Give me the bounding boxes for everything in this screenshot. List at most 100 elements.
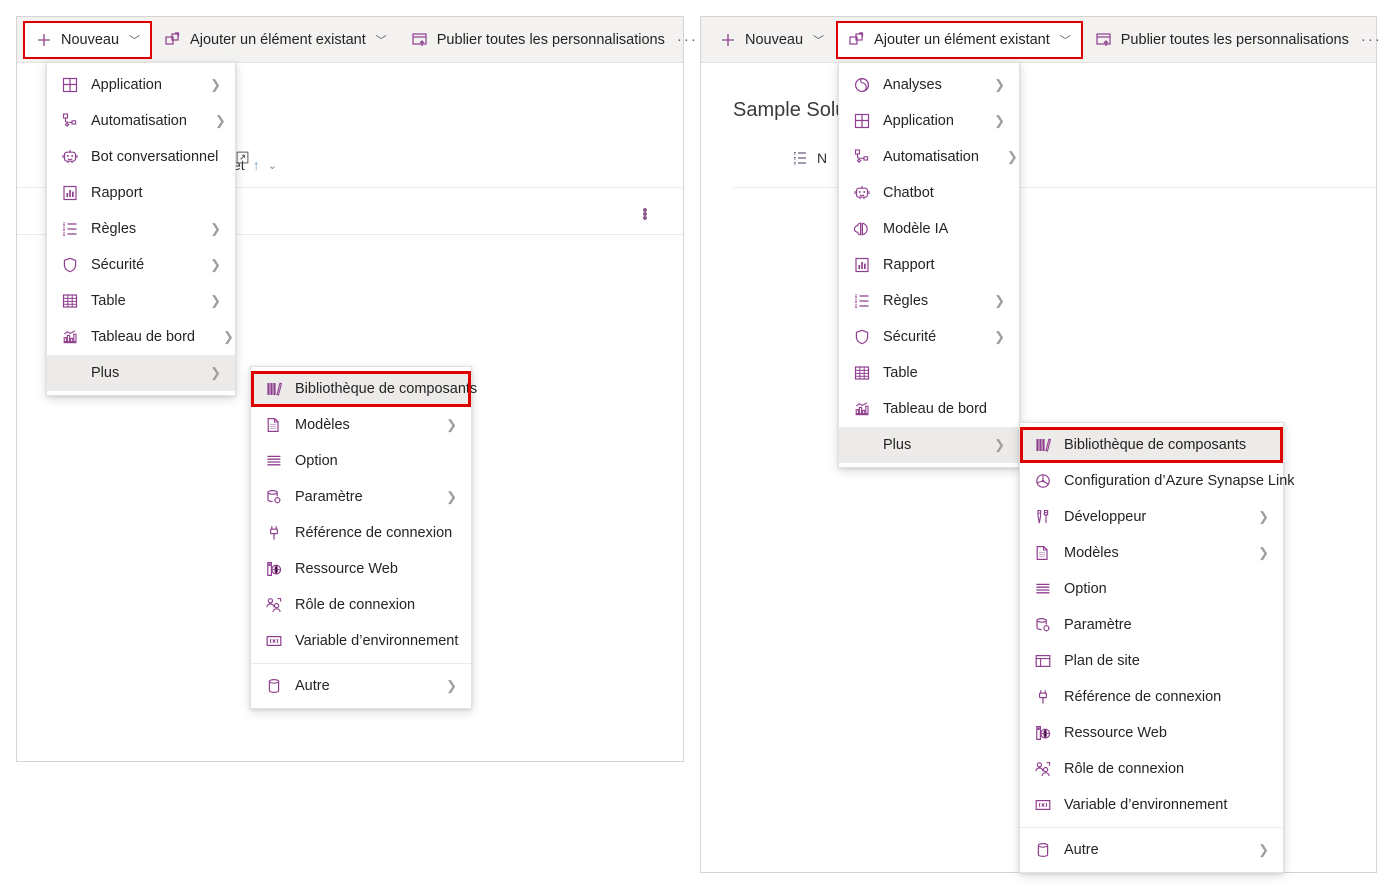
add-existing-menu-item-securite[interactable]: Sécurité ❯ bbox=[839, 319, 1019, 355]
external-link-icon bbox=[236, 151, 249, 164]
menu-item-label: Application bbox=[91, 77, 162, 93]
more-menu-left-item-reference-de-connexion[interactable]: Référence de connexion bbox=[251, 515, 471, 551]
new-menu-item-tableau-de-bord[interactable]: Tableau de bord ❯ bbox=[47, 319, 235, 355]
chevron-down-icon: ﹀ bbox=[375, 34, 387, 47]
publish-all-label: Publier toutes les personnalisations bbox=[436, 31, 665, 48]
new-button-label: Nouveau bbox=[61, 31, 120, 48]
chevron-right-icon: ❯ bbox=[994, 329, 1005, 344]
menu-item-label: Règles bbox=[883, 293, 929, 309]
chevron-right-icon: ❯ bbox=[1006, 149, 1018, 164]
more-menu-right-item-configuration-d-azure-synapse-link[interactable]: Configuration d’Azure Synapse Link bbox=[1020, 463, 1295, 499]
add-existing-menu-item-table[interactable]: Table bbox=[839, 355, 1019, 391]
add-existing-button[interactable]: Ajouter un élément existant ﹀ bbox=[836, 20, 1083, 59]
add-existing-button[interactable]: Ajouter un élément existant ﹀ bbox=[152, 21, 399, 59]
new-menu-item-application[interactable]: Application ❯ bbox=[47, 67, 235, 103]
menu-item-label: Bot conversationnel bbox=[91, 149, 219, 165]
chevron-right-icon: ❯ bbox=[446, 678, 457, 693]
new-button[interactable]: Nouveau ﹀ bbox=[707, 21, 836, 59]
chevron-right-icon: ❯ bbox=[446, 417, 457, 432]
add-existing-dropdown-menu: Analyses ❯ Application ❯ Automatisation ❯ Chat… bbox=[838, 62, 1020, 468]
application-icon bbox=[61, 76, 79, 94]
menu-item-label: Table bbox=[91, 293, 126, 309]
more-menu-right-item-modeles[interactable]: Modèles ❯ bbox=[1020, 535, 1283, 571]
new-menu-item-automatisation[interactable]: Automatisation ❯ bbox=[47, 103, 235, 139]
chevron-right-icon: ❯ bbox=[994, 437, 1005, 452]
add-existing-menu-item-rapport[interactable]: Rapport bbox=[839, 247, 1019, 283]
menu-item-label: Variable d’environnement bbox=[1064, 797, 1228, 813]
templates-icon bbox=[1034, 544, 1052, 562]
chevron-right-icon: ❯ bbox=[994, 113, 1005, 128]
option-icon bbox=[1034, 580, 1052, 598]
connection-role-icon bbox=[265, 596, 283, 614]
more-menu-right-item-ressource-web[interactable]: Ressource Web bbox=[1020, 715, 1283, 751]
menu-item-label: Variable d’environnement bbox=[295, 633, 459, 649]
add-existing-menu-item-modele-ia[interactable]: Modèle IA bbox=[839, 211, 1019, 247]
new-menu-item-plus[interactable]: Plus ❯ bbox=[47, 355, 235, 391]
chevron-right-icon: ❯ bbox=[994, 77, 1005, 92]
more-menu-right-item-developpeur[interactable]: Développeur ❯ bbox=[1020, 499, 1283, 535]
more-menu-right-item-bibliotheque-de-composants[interactable]: Bibliothèque de composants bbox=[1020, 427, 1283, 463]
add-existing-label: Ajouter un élément existant bbox=[874, 31, 1050, 48]
connection-ref-icon bbox=[265, 524, 283, 542]
row-overflow-button[interactable]: • • • bbox=[639, 203, 651, 226]
more-menu-right-item-option[interactable]: Option bbox=[1020, 571, 1283, 607]
add-existing-menu-item-plus[interactable]: Plus ❯ bbox=[839, 427, 1019, 463]
chevron-right-icon: ❯ bbox=[223, 329, 234, 344]
menu-item-label: Plan de site bbox=[1064, 653, 1140, 669]
more-menu-left-item-role-de-connexion[interactable]: Rôle de connexion bbox=[251, 587, 471, 623]
left-screenshot-panel: Nouveau ﹀ Ajouter un élément existant ﹀ bbox=[16, 16, 696, 762]
new-menu-item-bot-conversationnel[interactable]: Bot conversationnel bbox=[47, 139, 249, 175]
more-menu-right-item-parametre[interactable]: Paramètre bbox=[1020, 607, 1283, 643]
overflow-menu-button[interactable]: ··· bbox=[677, 21, 698, 59]
publish-all-button[interactable]: Publier toutes les personnalisations bbox=[399, 21, 677, 59]
add-existing-menu-item-chatbot[interactable]: Chatbot bbox=[839, 175, 1019, 211]
table-icon bbox=[61, 292, 79, 310]
more-menu-left-item-option[interactable]: Option bbox=[251, 443, 471, 479]
menu-item-label: Ressource Web bbox=[1064, 725, 1167, 741]
component-library-icon bbox=[1034, 436, 1052, 454]
more-menu-right-item-autre[interactable]: Autre ❯ bbox=[1020, 832, 1283, 868]
more-menu-left-item-bibliotheque-de-composants[interactable]: Bibliothèque de composants bbox=[251, 371, 477, 407]
more-menu-left-item-modeles[interactable]: Modèles ❯ bbox=[251, 407, 471, 443]
option-icon bbox=[265, 452, 283, 470]
overflow-menu-button[interactable]: ··· bbox=[1361, 21, 1382, 59]
menu-item-label: Automatisation bbox=[883, 149, 979, 165]
more-menu-right-item-reference-de-connexion[interactable]: Référence de connexion bbox=[1020, 679, 1283, 715]
more-menu-right-item-plan-de-site[interactable]: Plan de site bbox=[1020, 643, 1283, 679]
publish-icon bbox=[411, 31, 429, 49]
menu-item-label: Table bbox=[883, 365, 918, 381]
more-menu-left-item-parametre[interactable]: Paramètre ❯ bbox=[251, 479, 471, 515]
more-menu-right-item-role-de-connexion[interactable]: Rôle de connexion bbox=[1020, 751, 1283, 787]
publish-all-button[interactable]: Publier toutes les personnalisations bbox=[1083, 21, 1361, 59]
new-menu-item-securite[interactable]: Sécurité ❯ bbox=[47, 247, 235, 283]
chevron-right-icon: ❯ bbox=[994, 293, 1005, 308]
menu-item-label: Bibliothèque de composants bbox=[1064, 437, 1247, 453]
view-selector[interactable]: N bbox=[791, 149, 827, 167]
menu-item-label: Référence de connexion bbox=[295, 525, 453, 541]
menu-item-label: Paramètre bbox=[1064, 617, 1132, 633]
chevron-down-icon: ⌄ bbox=[267, 159, 277, 172]
more-menu-left-item-autre[interactable]: Autre ❯ bbox=[251, 668, 471, 704]
new-menu-item-regles[interactable]: Règles ❯ bbox=[47, 211, 235, 247]
connection-role-icon bbox=[1034, 760, 1052, 778]
more-menu-left-item-variable-d-environnement[interactable]: Variable d’environnement bbox=[251, 623, 471, 659]
new-button[interactable]: Nouveau ﹀ bbox=[23, 20, 153, 59]
dashboard-icon bbox=[61, 328, 79, 346]
new-menu-item-rapport[interactable]: Rapport bbox=[47, 175, 235, 211]
add-existing-menu-item-application[interactable]: Application ❯ bbox=[839, 103, 1019, 139]
solution-title: Sample Solu bbox=[733, 99, 847, 121]
add-existing-menu-item-tableau-de-bord[interactable]: Tableau de bord bbox=[839, 391, 1019, 427]
more-menu-right-item-variable-d-environnement[interactable]: Variable d’environnement bbox=[1020, 787, 1283, 823]
chevron-down-icon: ﹀ bbox=[129, 34, 141, 47]
security-icon bbox=[61, 256, 79, 274]
menu-item-label: Rapport bbox=[91, 185, 143, 201]
add-existing-menu-item-analyses[interactable]: Analyses ❯ bbox=[839, 67, 1019, 103]
automation-icon bbox=[61, 112, 79, 130]
more-menu-left-item-ressource-web[interactable]: Ressource Web bbox=[251, 551, 471, 587]
add-existing-menu-item-automatisation[interactable]: Automatisation ❯ bbox=[839, 139, 1019, 175]
add-existing-menu-item-regles[interactable]: Règles ❯ bbox=[839, 283, 1019, 319]
automation-icon bbox=[853, 148, 871, 166]
new-menu-item-table[interactable]: Table ❯ bbox=[47, 283, 235, 319]
menu-item-label: Référence de connexion bbox=[1064, 689, 1222, 705]
chevron-right-icon: ❯ bbox=[210, 221, 221, 236]
